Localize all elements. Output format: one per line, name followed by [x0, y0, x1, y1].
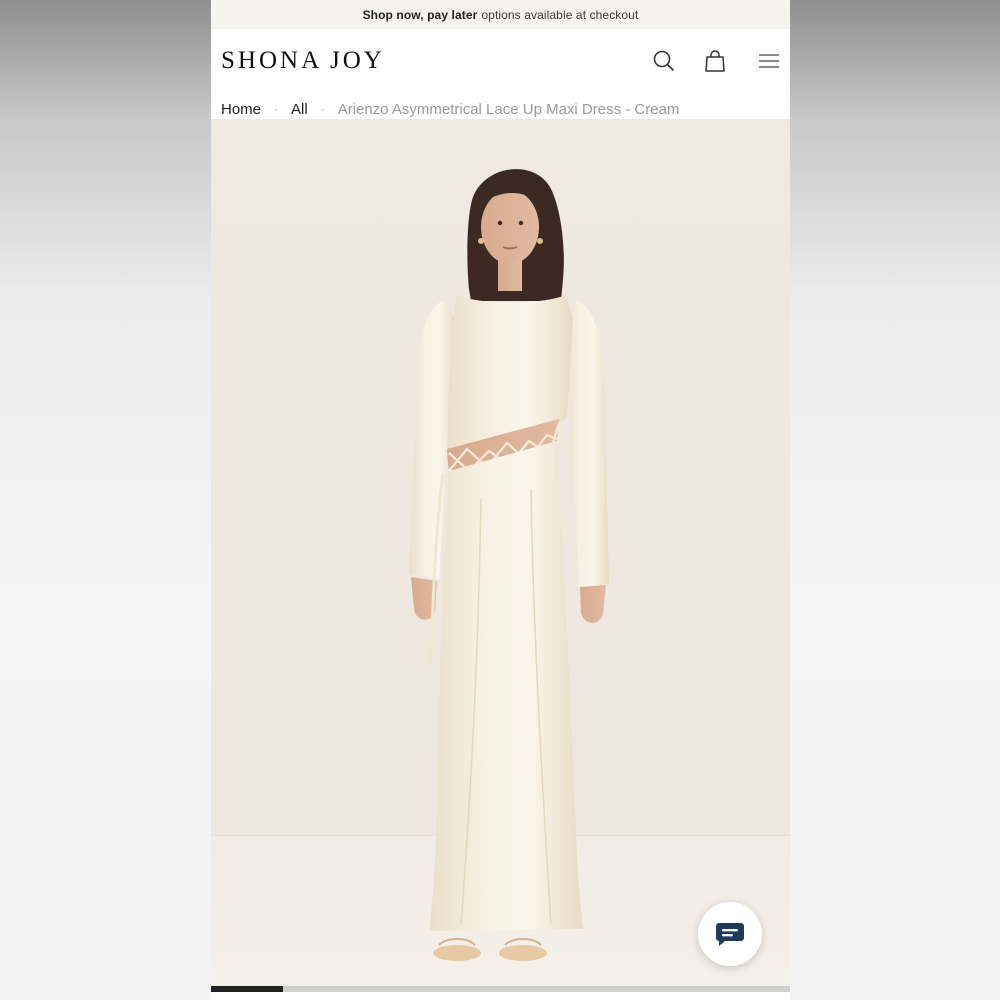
breadcrumb-current: Arienzo Asymmetrical Lace Up Maxi Dress …: [337, 100, 680, 118]
breadcrumb-all[interactable]: All: [291, 101, 308, 118]
promo-strong: Shop now, pay later: [362, 7, 478, 22]
chat-button[interactable]: [698, 902, 762, 966]
search-icon[interactable]: [651, 48, 677, 74]
gallery-progress[interactable]: [211, 986, 790, 992]
breadcrumb-home[interactable]: Home: [221, 101, 261, 118]
breadcrumb-separator: ·: [320, 102, 325, 116]
chat-icon: [716, 923, 744, 946]
mobile-page: Shop now, pay later options available at…: [211, 0, 790, 1000]
product-image[interactable]: [211, 119, 790, 986]
model-illustration: [409, 169, 609, 961]
promo-text: options available at checkout: [481, 7, 639, 22]
brand-logo[interactable]: SHONA JOY: [221, 47, 385, 75]
bag-icon[interactable]: [702, 48, 728, 74]
gallery-progress-fill: [211, 986, 284, 992]
promo-banner[interactable]: Shop now, pay later options available at…: [211, 0, 790, 29]
breadcrumb: Home · All · Arienzo Asymmetrical Lace U…: [221, 99, 679, 119]
breadcrumb-separator: ·: [274, 102, 279, 116]
site-header: SHONA JOY: [211, 29, 790, 91]
menu-icon[interactable]: [756, 48, 782, 74]
